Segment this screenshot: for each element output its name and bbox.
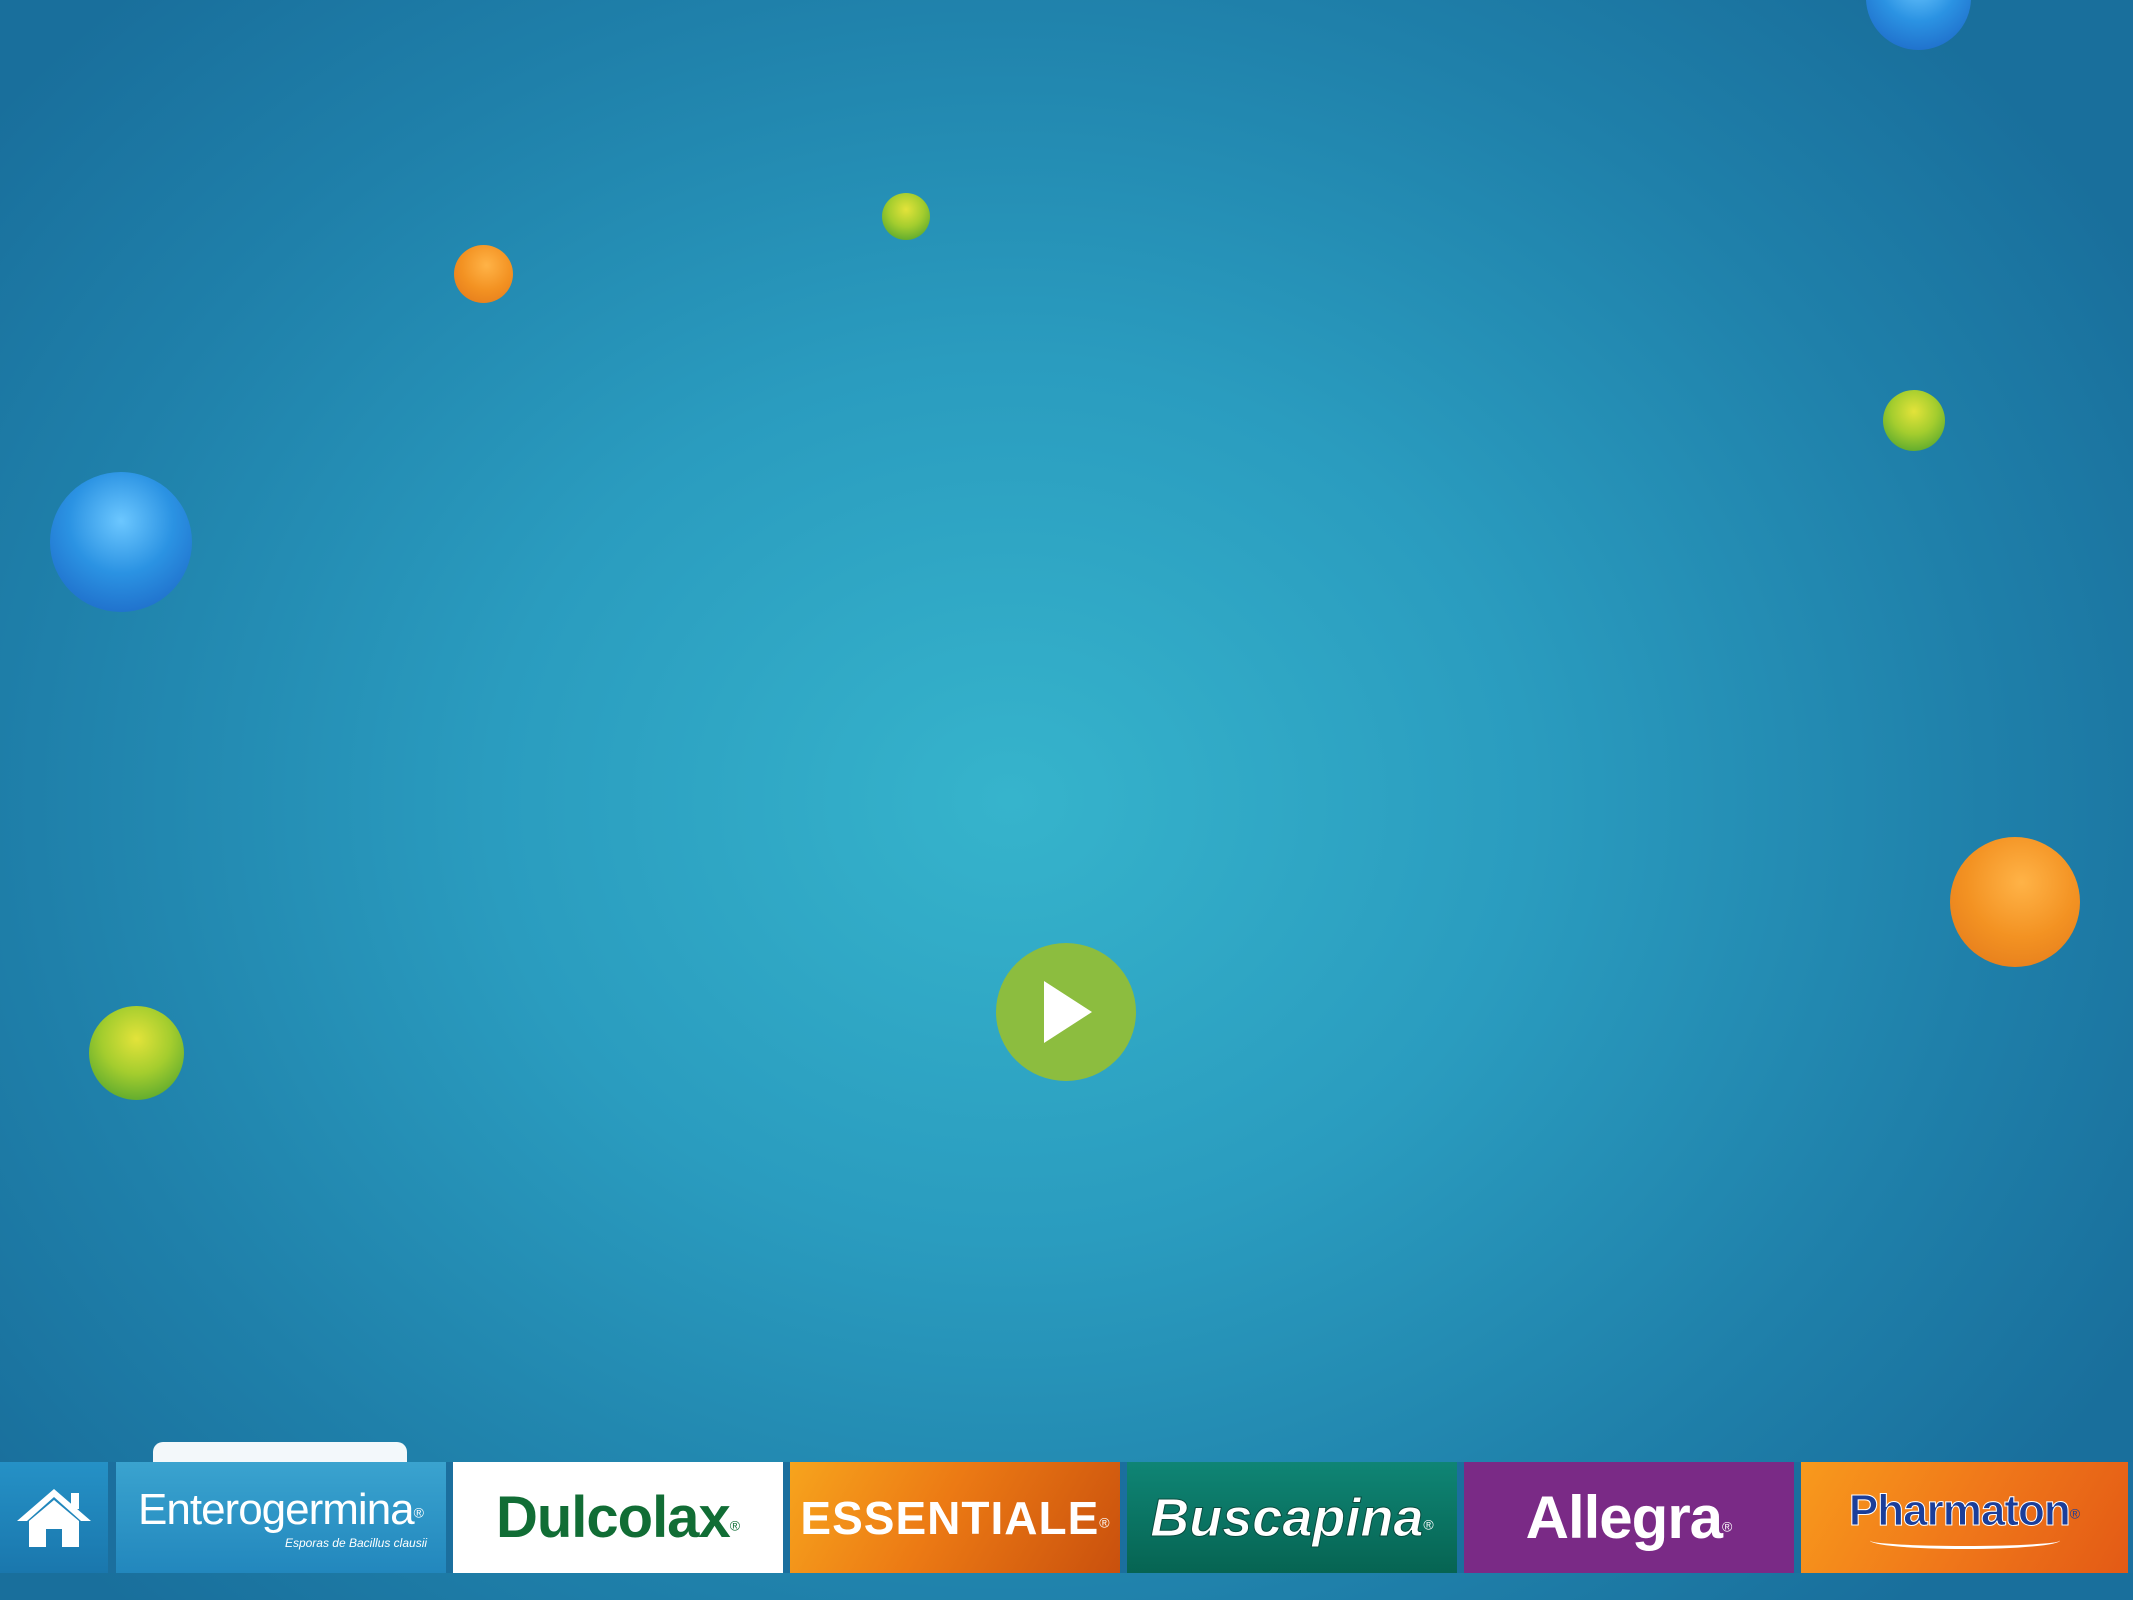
decor-ball-orange-large	[1950, 837, 2080, 967]
nav-item-buscapina[interactable]: Buscapina®	[1127, 1462, 1457, 1573]
nav-tab-handle[interactable]	[153, 1442, 407, 1464]
play-button[interactable]	[996, 943, 1136, 1081]
nav-item-label: Enterogermina	[138, 1485, 415, 1534]
nav-item-allegra[interactable]: Allegra®	[1464, 1462, 1794, 1573]
nav-item-essentiale[interactable]: ESSENTIALE®	[790, 1462, 1120, 1573]
nav-item-label: Allegra	[1525, 1484, 1723, 1551]
brand-navbar: Enterogermina® Esporas de Bacillus claus…	[0, 1462, 2133, 1573]
nav-item-dulcolax[interactable]: Dulcolax®	[453, 1462, 783, 1573]
nav-item-pharmaton[interactable]: Pharmaton®	[1801, 1462, 2128, 1573]
nav-item-label: Pharmaton	[1848, 1486, 2071, 1536]
decor-ball-blue-large	[50, 472, 192, 612]
play-icon	[1044, 981, 1092, 1043]
decor-ball-orange-small	[454, 245, 513, 303]
nav-item-sublabel: Esporas de Bacillus clausii	[284, 1536, 428, 1550]
home-button[interactable]	[0, 1462, 108, 1573]
decor-ball-green-right	[1883, 390, 1945, 451]
home-icon	[17, 1488, 91, 1547]
pharmaton-swoosh	[1869, 1532, 2060, 1549]
nav-item-label: ESSENTIALE	[800, 1491, 1100, 1544]
decor-ball-green-top	[882, 193, 930, 240]
nav-item-label: Buscapina	[1150, 1487, 1424, 1548]
nav-item-enterogermina[interactable]: Enterogermina® Esporas de Bacillus claus…	[116, 1462, 446, 1573]
decor-ball-green-left	[89, 1006, 184, 1100]
nav-item-label: Dulcolax	[495, 1485, 731, 1550]
decor-ball-blue-corner	[1866, 0, 1971, 50]
